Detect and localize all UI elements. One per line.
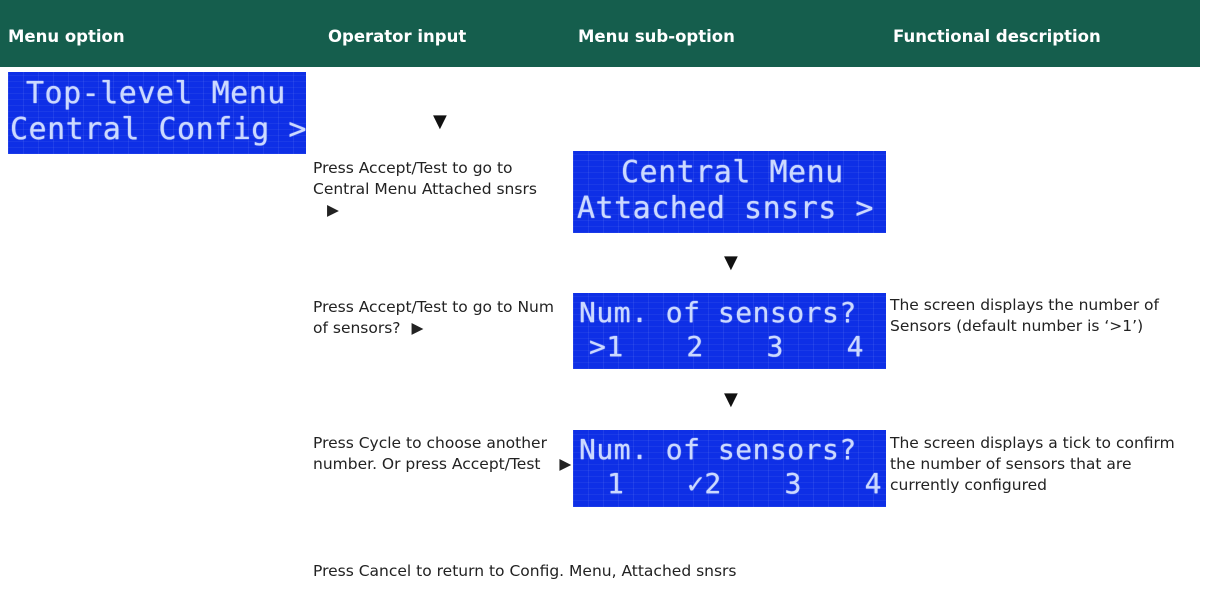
cancel-note: Press Cancel to return to Config. Menu, …	[313, 562, 737, 580]
lcd-num-of-sensors: Num. of sensors? >1 2 3 4	[573, 293, 886, 369]
header-operator-input: Operator input	[328, 27, 467, 46]
step-3-operator-input: Press Cycle to choose another number. Or…	[313, 433, 575, 475]
step-3-input-text: Press Cycle to choose another number. Or…	[313, 434, 547, 473]
lcd-line-2: Attached snsrs >	[577, 191, 874, 226]
step-2-description: The screen displays the number of Sensor…	[890, 296, 1159, 335]
right-arrow-icon: ▶	[559, 455, 572, 473]
step-2-input-text: Press Accept/Test to go to Num of sensor…	[313, 298, 554, 337]
lcd-line-1: Num. of sensors?	[579, 296, 857, 329]
right-arrow-icon: ▶	[327, 201, 339, 219]
down-arrow-icon: ▼	[724, 252, 738, 273]
lcd-line-1: Central Menu	[621, 155, 844, 190]
table-header: Menu option Operator input Menu sub-opti…	[0, 0, 1200, 67]
down-arrow-icon: ▼	[433, 111, 447, 132]
lcd-line-2: 1 ✓2 3 4	[607, 467, 882, 500]
lcd-top-level-menu: Top-level Menu Central Config >	[8, 72, 306, 154]
step-1-input-text: Press Accept/Test to go to Central Menu …	[313, 159, 537, 198]
header-functional-description: Functional description	[893, 27, 1101, 46]
lcd-line-2: >1 2 3 4	[589, 330, 864, 363]
step-3-description: The screen displays a tick to confirm th…	[890, 434, 1175, 494]
down-arrow-icon: ▼	[724, 389, 738, 410]
header-menu-option: Menu option	[8, 27, 125, 46]
step-2-operator-input: Press Accept/Test to go to Num of sensor…	[313, 297, 563, 339]
lcd-line-2: Central Config >	[10, 112, 306, 147]
right-arrow-icon: ▶	[411, 319, 424, 337]
lcd-line-1: Top-level Menu	[26, 76, 286, 111]
lcd-central-menu: Central Menu Attached snsrs >	[573, 151, 886, 233]
lcd-num-of-sensors-selected: Num. of sensors? 1 ✓2 3 4	[573, 430, 886, 507]
lcd-line-1: Num. of sensors?	[579, 433, 857, 466]
header-menu-sub-option: Menu sub-option	[578, 27, 735, 46]
step-1-operator-input: Press Accept/Test to go to Central Menu …	[313, 158, 565, 221]
